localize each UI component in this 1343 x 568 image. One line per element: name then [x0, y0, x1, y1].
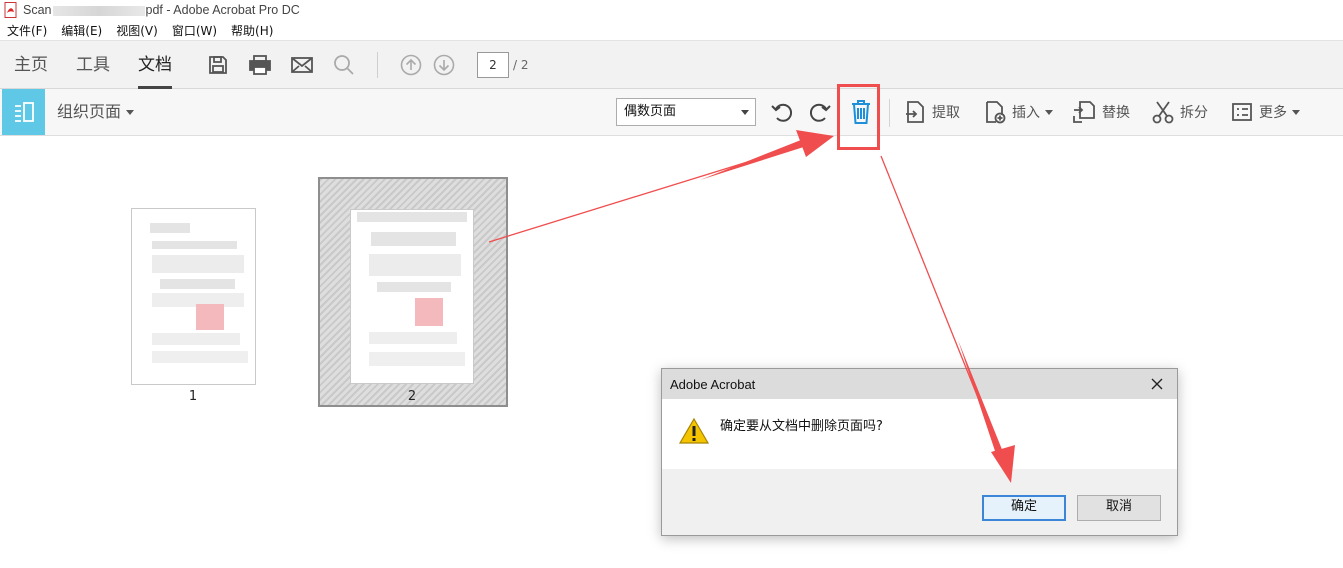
- insert-button[interactable]: 插入: [984, 89, 1053, 135]
- tab-tools[interactable]: 工具: [62, 41, 124, 89]
- blurred-content: [369, 254, 461, 276]
- blurred-stamp: [415, 298, 443, 326]
- blurred-content: [150, 223, 190, 233]
- tab-home[interactable]: 主页: [0, 41, 62, 89]
- chevron-down-icon: [1045, 109, 1053, 115]
- blurred-content: [152, 241, 237, 249]
- rotate-right-button[interactable]: [808, 89, 838, 135]
- blurred-content: [369, 332, 457, 344]
- replace-button[interactable]: 替换: [1072, 89, 1130, 135]
- arrow-to-delete-button: [488, 130, 834, 243]
- dropdown-arrow-icon: [741, 110, 749, 115]
- search-icon[interactable]: [332, 53, 356, 77]
- replace-page-icon: [1073, 101, 1095, 123]
- email-icon[interactable]: [290, 53, 314, 77]
- confirm-button[interactable]: 确定: [982, 495, 1066, 521]
- blurred-content: [152, 255, 244, 273]
- more-options-icon: [1232, 103, 1252, 121]
- blurred-content: [369, 352, 465, 366]
- blurred-content: [371, 232, 456, 246]
- redacted-filename: [52, 5, 145, 16]
- menu-view[interactable]: 视图(V): [109, 22, 165, 39]
- acrobat-app-icon: [4, 2, 18, 18]
- cancel-button[interactable]: 取消: [1077, 495, 1161, 521]
- dialog-title: Adobe Acrobat: [670, 376, 756, 392]
- main-toolbar: 主页 工具 文档 2 / 2: [0, 41, 1343, 89]
- menu-file[interactable]: 文件(F): [0, 22, 54, 39]
- toolbar-separator: [377, 51, 378, 78]
- scissors-icon: [1152, 101, 1174, 124]
- menu-window[interactable]: 窗口(W): [165, 22, 224, 39]
- insert-page-icon: [986, 101, 1006, 124]
- page-number-input[interactable]: 2: [477, 51, 509, 78]
- window-title: Scan pdf - Adobe Acrobat Pro DC: [23, 3, 300, 17]
- blurred-content: [152, 351, 248, 363]
- rotate-left-button[interactable]: [770, 89, 800, 135]
- extract-button[interactable]: 提取: [904, 89, 960, 135]
- page-number-label: 1: [188, 389, 198, 404]
- page-thumbnail-1[interactable]: [131, 208, 256, 385]
- more-button[interactable]: 更多: [1231, 89, 1300, 135]
- toolbar-separator: [889, 99, 890, 127]
- organize-toolbar: 组织页面 偶数页面 提取 插入 替换 拆分 更多: [0, 89, 1343, 136]
- organize-pages-label[interactable]: 组织页面: [57, 89, 135, 135]
- blurred-content: [377, 282, 451, 292]
- blurred-content: [160, 279, 235, 289]
- page-total: / 2: [513, 57, 529, 72]
- menu-bar: 文件(F) 编辑(E) 视图(V) 窗口(W) 帮助(H): [0, 20, 1343, 41]
- extract-icon: [906, 101, 924, 123]
- warning-icon: [678, 417, 710, 449]
- title-bar: Scan pdf - Adobe Acrobat Pro DC: [0, 0, 1343, 20]
- dialog-message: 确定要从文档中删除页面吗?: [720, 419, 883, 434]
- chevron-down-icon: [126, 110, 135, 115]
- next-page-icon[interactable]: [432, 53, 456, 77]
- blurred-stamp: [196, 304, 224, 330]
- close-icon[interactable]: [1147, 374, 1167, 394]
- page-filter-select[interactable]: 偶数页面: [616, 98, 756, 126]
- previous-page-icon[interactable]: [399, 53, 423, 77]
- tab-document[interactable]: 文档: [124, 41, 186, 89]
- dialog-title-bar: Adobe Acrobat: [662, 369, 1177, 399]
- blurred-content: [152, 333, 240, 345]
- save-icon[interactable]: [206, 53, 230, 77]
- annotation-highlight-box: [837, 84, 880, 150]
- print-icon[interactable]: [248, 53, 272, 77]
- page-number-label: 2: [407, 389, 417, 404]
- delete-confirm-dialog: Adobe Acrobat 确定要从文档中删除页面吗? 确定 取消: [661, 368, 1178, 536]
- blurred-content: [357, 212, 467, 222]
- organize-pages-icon[interactable]: [2, 89, 45, 135]
- page-thumbnail-2[interactable]: [350, 209, 474, 384]
- menu-help[interactable]: 帮助(H): [224, 22, 280, 39]
- split-button[interactable]: 拆分: [1152, 89, 1208, 135]
- chevron-down-icon: [1292, 109, 1300, 115]
- menu-edit[interactable]: 编辑(E): [54, 22, 109, 39]
